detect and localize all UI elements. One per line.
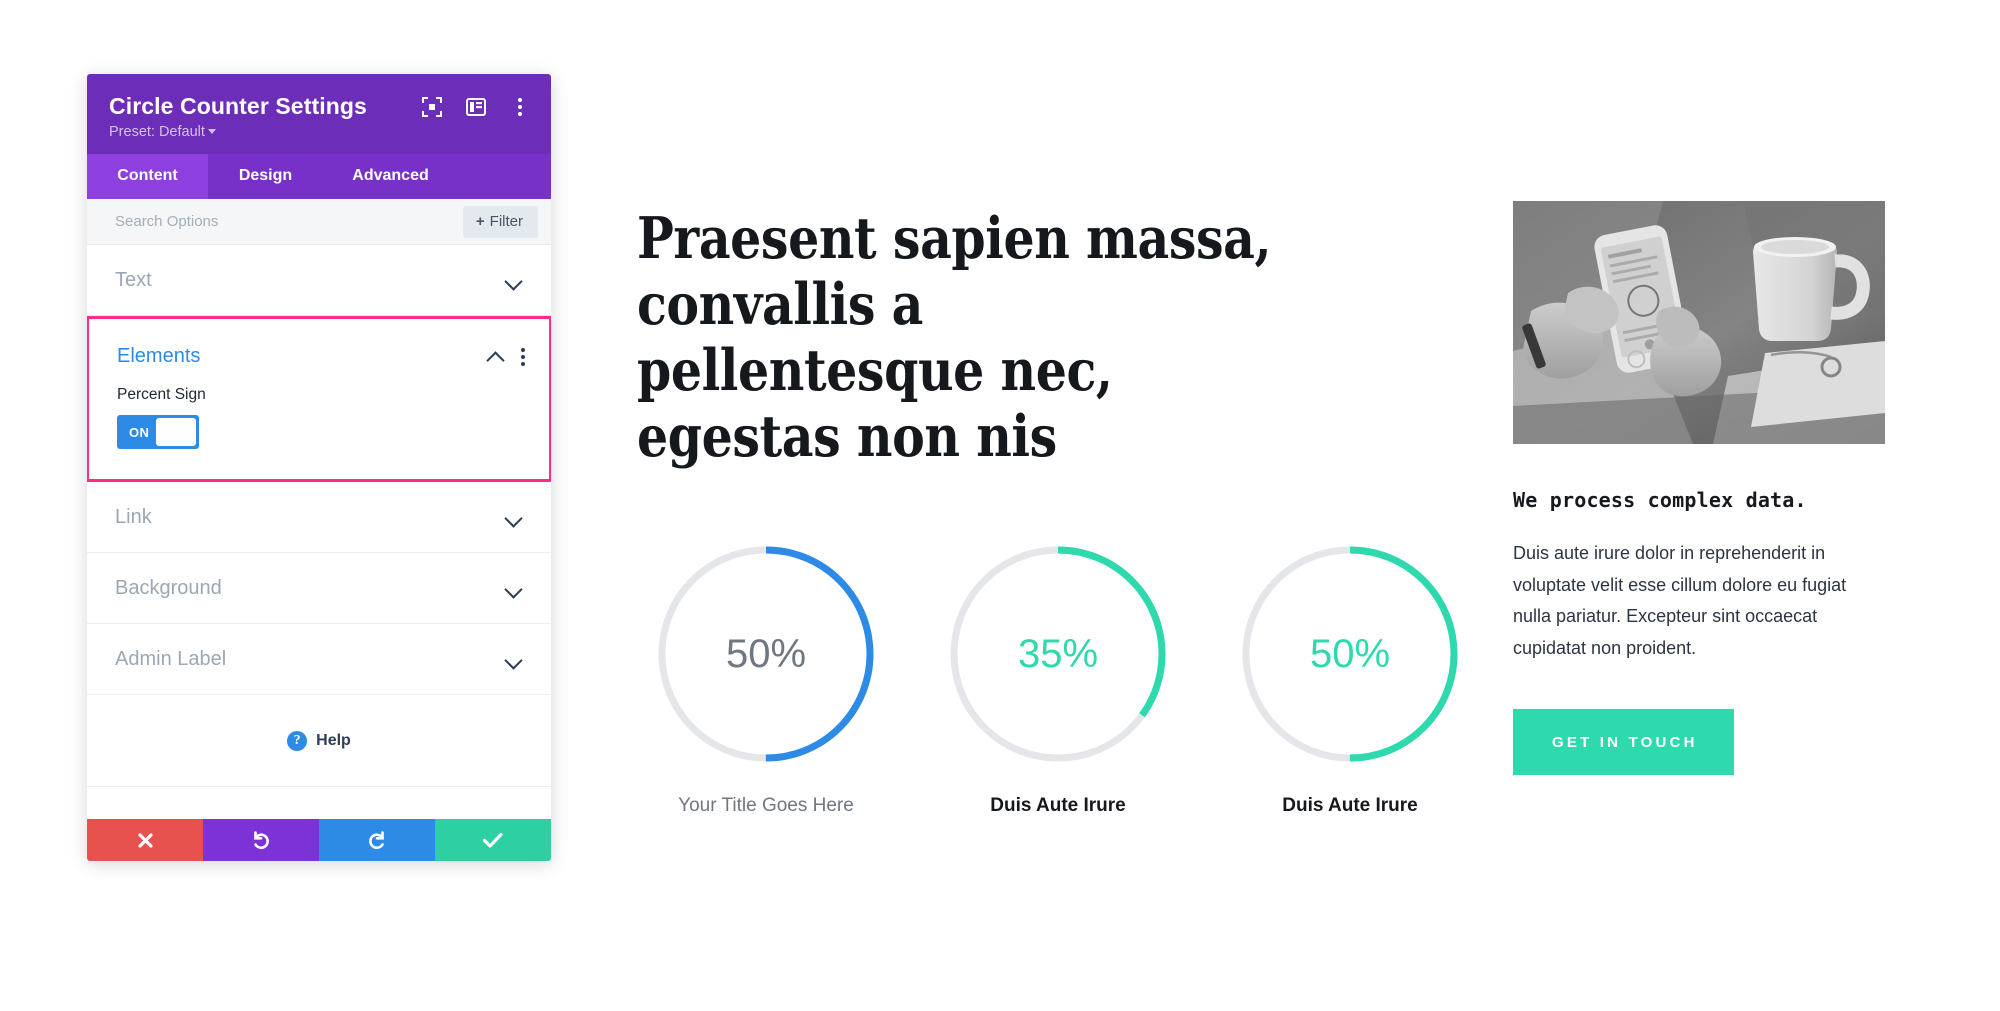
panel-header-icons bbox=[421, 96, 531, 118]
section-elements-actions bbox=[488, 347, 525, 366]
section-admin-label-label: Admin Label bbox=[115, 647, 227, 670]
circle-dial-3: 50% bbox=[1236, 540, 1464, 768]
circle-dial-1: 50% bbox=[652, 540, 880, 768]
preset-selector[interactable]: Preset: Default bbox=[109, 124, 529, 140]
panel-action-bar bbox=[87, 819, 551, 862]
tab-advanced[interactable]: Advanced bbox=[323, 154, 458, 199]
section-background[interactable]: Background bbox=[87, 553, 551, 625]
focus-expand-icon[interactable] bbox=[421, 96, 443, 118]
section-options-icon[interactable] bbox=[521, 347, 525, 366]
preset-label: Preset: Default bbox=[109, 124, 205, 141]
circle-value-3: 50% bbox=[1309, 631, 1391, 676]
circle-value-2: 35% bbox=[1017, 631, 1099, 676]
filter-label: Filter bbox=[489, 212, 523, 230]
panel-layout-icon[interactable] bbox=[465, 96, 487, 118]
circle-counter-1: 50% Your Title Goes Here bbox=[620, 540, 912, 817]
circle-counters: 50% Your Title Goes Here 35% Duis Aute I… bbox=[620, 540, 1496, 817]
page-root: Circle Counter Settings Preset: Default bbox=[0, 0, 2000, 1011]
section-link[interactable]: Link bbox=[87, 482, 551, 554]
get-in-touch-button[interactable]: GET IN TOUCH bbox=[1513, 708, 1734, 775]
search-input[interactable]: Search Options bbox=[115, 213, 218, 230]
percent-sign-label: Percent Sign bbox=[117, 386, 206, 404]
toggle-knob bbox=[156, 418, 196, 447]
chevron-down-icon bbox=[207, 129, 216, 135]
chevron-up-icon[interactable] bbox=[488, 351, 505, 362]
cancel-button[interactable] bbox=[87, 819, 203, 862]
section-text-label: Text bbox=[115, 268, 152, 291]
chevron-down-icon bbox=[506, 512, 523, 523]
circle-value-1: 50% bbox=[725, 631, 807, 676]
help-label: Help bbox=[316, 731, 351, 749]
toggle-state-label: ON bbox=[129, 424, 150, 440]
circle-title-3: Duis Aute Irure bbox=[1282, 795, 1418, 816]
tab-content[interactable]: Content bbox=[87, 154, 208, 200]
circle-counter-2: 35% Duis Aute Irure bbox=[912, 540, 1204, 817]
more-options-icon[interactable] bbox=[509, 96, 531, 118]
circle-title-1: Your Title Goes Here bbox=[678, 795, 854, 816]
save-button[interactable] bbox=[435, 819, 551, 862]
chevron-down-icon bbox=[506, 275, 523, 286]
right-column-heading: We process complex data. bbox=[1513, 488, 1807, 512]
tab-design[interactable]: Design bbox=[208, 154, 323, 199]
circle-dial-2: 35% bbox=[944, 540, 1172, 768]
percent-sign-field: Percent Sign ON bbox=[89, 372, 549, 479]
panel-header: Circle Counter Settings Preset: Default bbox=[87, 74, 551, 155]
circle-title-2: Duis Aute Irure bbox=[990, 795, 1126, 816]
section-admin-label[interactable]: Admin Label bbox=[87, 624, 551, 696]
section-link-label: Link bbox=[115, 505, 152, 528]
section-text[interactable]: Text bbox=[87, 245, 551, 317]
section-background-label: Background bbox=[115, 576, 222, 599]
settings-panel: Circle Counter Settings Preset: Default bbox=[87, 74, 551, 862]
section-elements: Elements Percent Sign ON bbox=[87, 316, 551, 483]
right-column: We process complex data. Duis aute irure… bbox=[1513, 201, 1885, 775]
panel-tabs: Content Design Advanced bbox=[87, 154, 551, 200]
panel-footer-spacer bbox=[87, 787, 551, 820]
search-bar: Search Options + Filter bbox=[87, 199, 551, 246]
help-link[interactable]: ? Help bbox=[87, 695, 551, 788]
help-icon: ? bbox=[287, 730, 308, 751]
chevron-down-icon bbox=[506, 583, 523, 594]
redo-button[interactable] bbox=[319, 819, 435, 862]
circle-counter-3: 50% Duis Aute Irure bbox=[1204, 540, 1496, 817]
hero-photo bbox=[1513, 201, 1885, 444]
filter-button[interactable]: + Filter bbox=[462, 205, 538, 238]
section-elements-label: Elements bbox=[117, 345, 201, 368]
plus-icon: + bbox=[475, 212, 485, 230]
chevron-down-icon bbox=[506, 654, 523, 665]
section-elements-header[interactable]: Elements bbox=[89, 319, 549, 372]
undo-button[interactable] bbox=[203, 819, 319, 862]
page-title: Praesent sapien massa, convallis a pelle… bbox=[637, 205, 1272, 471]
right-column-body: Duis aute irure dolor in reprehenderit i… bbox=[1513, 543, 1847, 659]
percent-sign-toggle[interactable]: ON bbox=[117, 415, 199, 450]
